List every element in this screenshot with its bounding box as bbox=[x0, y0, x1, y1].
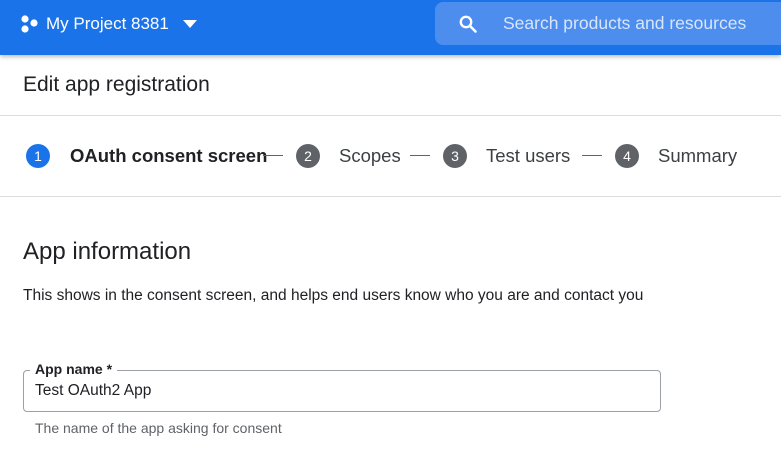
section-title: App information bbox=[23, 238, 192, 265]
top-app-bar: My Project 8381 bbox=[0, 0, 781, 55]
step-connector bbox=[263, 155, 283, 156]
search-bar[interactable] bbox=[435, 2, 781, 45]
project-dots-icon bbox=[20, 14, 40, 34]
chevron-down-icon bbox=[182, 19, 197, 29]
search-input[interactable] bbox=[503, 2, 781, 45]
step-number: 4 bbox=[615, 144, 639, 168]
step-label: OAuth consent screen bbox=[70, 145, 268, 166]
app-name-field[interactable]: App name * bbox=[23, 361, 661, 412]
step-label: Scopes bbox=[339, 145, 401, 166]
project-name: My Project 8381 bbox=[46, 14, 169, 33]
step-scopes[interactable]: 2 Scopes bbox=[296, 144, 401, 168]
step-connector bbox=[582, 155, 602, 156]
step-number: 3 bbox=[443, 144, 467, 168]
step-number: 1 bbox=[26, 144, 50, 168]
step-oauth-consent-screen[interactable]: 1 OAuth consent screen bbox=[26, 144, 267, 168]
stepper: 1 OAuth consent screen 2 Scopes 3 Test u… bbox=[0, 116, 781, 197]
page-header: Edit app registration bbox=[0, 55, 781, 116]
search-icon bbox=[459, 15, 477, 33]
section-description: This shows in the consent screen, and he… bbox=[23, 287, 644, 304]
project-selector[interactable]: My Project 8381 bbox=[20, 13, 197, 35]
step-connector bbox=[410, 155, 430, 156]
page-title: Edit app registration bbox=[23, 73, 210, 96]
app-name-hint: The name of the app asking for consent bbox=[35, 420, 282, 436]
step-summary[interactable]: 4 Summary bbox=[615, 144, 737, 168]
step-number: 2 bbox=[296, 144, 320, 168]
step-label: Test users bbox=[486, 145, 571, 166]
app-name-input[interactable] bbox=[35, 371, 645, 411]
step-label: Summary bbox=[658, 145, 738, 166]
step-test-users[interactable]: 3 Test users bbox=[443, 144, 570, 168]
